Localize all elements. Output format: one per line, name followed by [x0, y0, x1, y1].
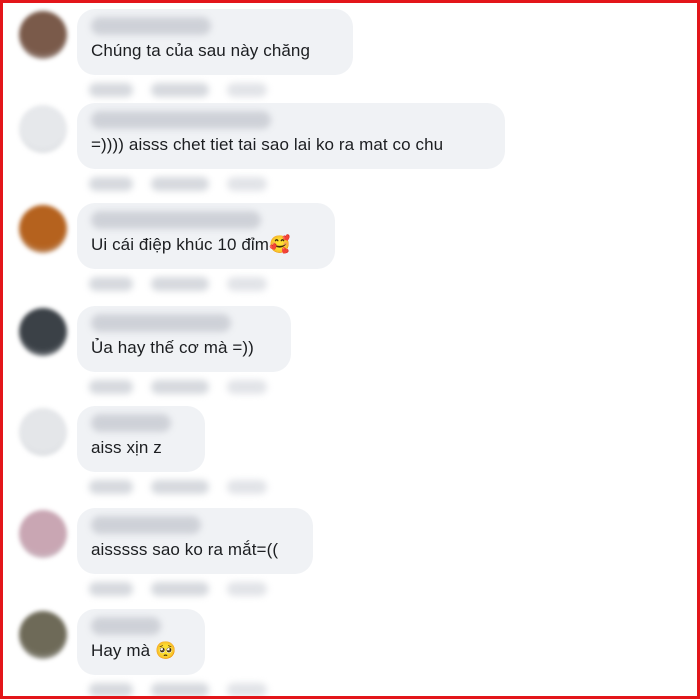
comment-text: Chúng ta của sau này chăng — [91, 41, 311, 60]
comment-actions — [89, 380, 267, 394]
comment-text: Hay mà 🥺 — [91, 641, 177, 661]
emoji-icon: 🥰 — [269, 235, 291, 255]
comment-text: aisssss sao ko ra mắt=(( — [91, 540, 279, 559]
comment-bubble: Ủa hay thế cơ mà =)) — [77, 306, 291, 372]
comment-timestamp[interactable] — [227, 83, 267, 97]
comment-timestamp[interactable] — [227, 683, 267, 696]
comment-actions — [89, 177, 267, 191]
reply-button[interactable] — [151, 480, 209, 494]
comment-item: aisssss sao ko ra mắt=(( — [3, 508, 697, 610]
comment-bubble: =)))) aisss chet tiet tai sao lai ko ra … — [77, 103, 505, 169]
comment-bubble: aiss xịn z — [77, 406, 205, 472]
comment-item: Ủa hay thế cơ mà =)) — [3, 306, 697, 408]
like-button[interactable] — [89, 480, 133, 494]
comment-timestamp[interactable] — [227, 582, 267, 596]
avatar[interactable] — [19, 408, 67, 456]
reply-button[interactable] — [151, 582, 209, 596]
avatar[interactable] — [19, 510, 67, 558]
comment-timestamp[interactable] — [227, 277, 267, 291]
avatar[interactable] — [19, 308, 67, 356]
comment-timestamp[interactable] — [227, 480, 267, 494]
comment-bubble: Chúng ta của sau này chăng — [77, 9, 353, 75]
like-button[interactable] — [89, 380, 133, 394]
like-button[interactable] — [89, 177, 133, 191]
comment-bubble: Hay mà 🥺 — [77, 609, 205, 675]
like-button[interactable] — [89, 83, 133, 97]
comment-bubble: Ui cái điệp khúc 10 đỉm🥰 — [77, 203, 335, 269]
comment-author-name[interactable] — [91, 414, 171, 432]
comment-author-name[interactable] — [91, 111, 271, 129]
avatar[interactable] — [19, 205, 67, 253]
comment-item: Chúng ta của sau này chăng — [3, 9, 697, 111]
comment-item: aiss xịn z — [3, 406, 697, 508]
comment-text: Ui cái điệp khúc 10 đỉm🥰 — [91, 235, 291, 255]
comment-author-name[interactable] — [91, 617, 161, 635]
reply-button[interactable] — [151, 177, 209, 191]
like-button[interactable] — [89, 277, 133, 291]
emoji-icon: 🥺 — [155, 641, 177, 661]
avatar[interactable] — [19, 611, 67, 659]
comment-actions — [89, 277, 267, 291]
comment-author-name[interactable] — [91, 211, 261, 229]
comment-actions — [89, 480, 267, 494]
avatar[interactable] — [19, 105, 67, 153]
like-button[interactable] — [89, 683, 133, 696]
comment-item: =)))) aisss chet tiet tai sao lai ko ra … — [3, 103, 697, 205]
reply-button[interactable] — [151, 380, 209, 394]
comment-author-name[interactable] — [91, 17, 211, 35]
comment-item: Hay mà 🥺 — [3, 609, 697, 696]
comment-bubble: aisssss sao ko ra mắt=(( — [77, 508, 313, 574]
comment-text: =)))) aisss chet tiet tai sao lai ko ra … — [91, 135, 444, 154]
comment-author-name[interactable] — [91, 314, 231, 332]
comment-item: Ui cái điệp khúc 10 đỉm🥰 — [3, 203, 697, 305]
comment-actions — [89, 582, 267, 596]
reply-button[interactable] — [151, 277, 209, 291]
screenshot-frame: Chúng ta của sau này chăng =)))) aisss c… — [0, 0, 700, 699]
comment-author-name[interactable] — [91, 516, 201, 534]
reply-button[interactable] — [151, 683, 209, 696]
comment-text: aiss xịn z — [91, 438, 162, 457]
reply-button[interactable] — [151, 83, 209, 97]
like-button[interactable] — [89, 582, 133, 596]
comment-actions — [89, 83, 267, 97]
avatar[interactable] — [19, 11, 67, 59]
comment-actions — [89, 683, 267, 696]
comment-text: Ủa hay thế cơ mà =)) — [91, 338, 254, 357]
comment-timestamp[interactable] — [227, 177, 267, 191]
comment-timestamp[interactable] — [227, 380, 267, 394]
